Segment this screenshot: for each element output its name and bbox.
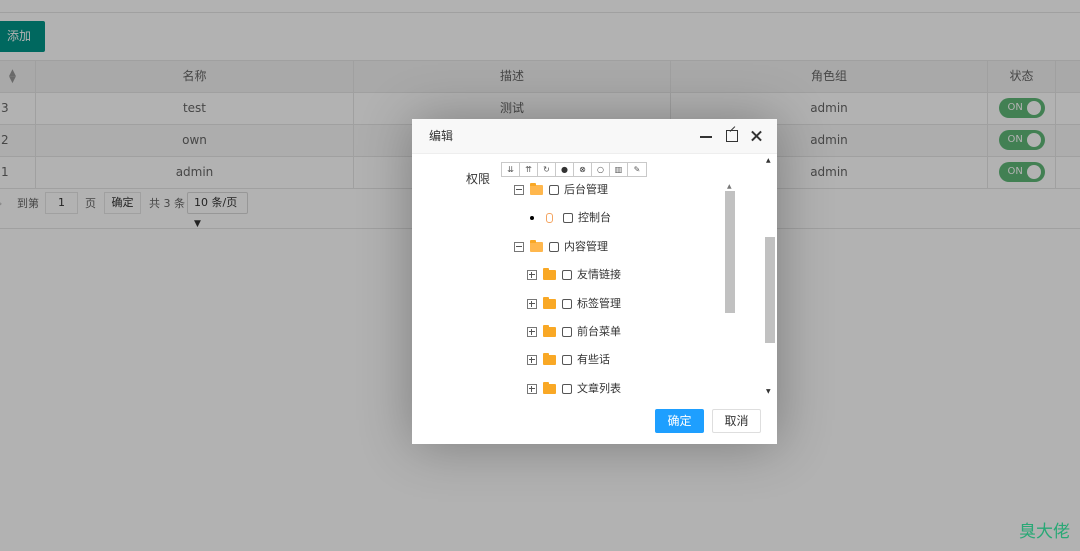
minimize-icon[interactable] bbox=[699, 128, 715, 144]
dialog-header: 编辑 bbox=[412, 119, 777, 154]
tree-toolbar: ⇊ ⇈ ↻ ● ⊗ ○ ▥ ✎ bbox=[501, 162, 647, 177]
tree-node[interactable]: 控制台 bbox=[527, 211, 611, 225]
folder-icon bbox=[543, 382, 556, 394]
collapse-icon[interactable] bbox=[514, 185, 524, 195]
trash-icon[interactable]: ▥ bbox=[610, 163, 628, 176]
expand-icon[interactable] bbox=[527, 355, 537, 365]
confirm-button[interactable]: 确定 bbox=[655, 409, 704, 433]
folder-open-icon bbox=[530, 240, 543, 252]
tree-node[interactable]: 前台菜单 bbox=[527, 325, 621, 339]
node-checkbox[interactable] bbox=[549, 242, 559, 252]
edit-icon[interactable]: ✎ bbox=[628, 163, 646, 176]
expand-icon[interactable] bbox=[527, 327, 537, 337]
refresh-icon[interactable]: ↻ bbox=[538, 163, 556, 176]
folder-icon bbox=[543, 325, 556, 337]
collapse-all-icon[interactable]: ⇈ bbox=[520, 163, 538, 176]
scroll-up-icon[interactable]: ▲ bbox=[766, 157, 771, 164]
expand-icon[interactable] bbox=[527, 299, 537, 309]
cancel-button[interactable]: 取消 bbox=[712, 409, 761, 433]
node-checkbox[interactable] bbox=[562, 355, 572, 365]
tree-node[interactable]: 文章列表 bbox=[527, 382, 621, 396]
expand-icon[interactable] bbox=[527, 384, 537, 394]
dialog-controls bbox=[694, 128, 765, 144]
check-all-icon[interactable]: ● bbox=[556, 163, 574, 176]
leaf-icon bbox=[546, 213, 553, 223]
scroll-up-icon[interactable]: ▲ bbox=[727, 183, 732, 190]
tree-node[interactable]: 标签管理 bbox=[527, 297, 621, 311]
tree-node[interactable]: 后台管理 bbox=[514, 183, 608, 197]
folder-icon bbox=[543, 268, 556, 280]
scrollbar-thumb[interactable] bbox=[765, 237, 775, 343]
folder-open-icon bbox=[530, 183, 543, 195]
folder-icon bbox=[543, 297, 556, 309]
tree-node[interactable]: 有些话 bbox=[527, 353, 610, 367]
tree-node[interactable]: 友情链接 bbox=[527, 268, 621, 282]
permission-label: 权限 bbox=[466, 172, 491, 186]
node-checkbox[interactable] bbox=[563, 213, 573, 223]
scrollbar-thumb[interactable] bbox=[725, 191, 735, 313]
tree-node[interactable]: 内容管理 bbox=[514, 240, 608, 254]
uncheck-all-icon[interactable]: ⊗ bbox=[574, 163, 592, 176]
scroll-down-icon[interactable]: ▼ bbox=[766, 388, 771, 395]
expand-all-icon[interactable]: ⇊ bbox=[502, 163, 520, 176]
node-checkbox[interactable] bbox=[562, 270, 572, 280]
dialog-body: 权限 ⇊ ⇈ ↻ ● ⊗ ○ ▥ ✎ 后台管理 控制台 内容管理 友情链接 标签… bbox=[412, 155, 777, 398]
dialog-title: 编辑 bbox=[429, 129, 454, 143]
dialog-footer: 确定 取消 bbox=[412, 398, 777, 444]
node-checkbox[interactable] bbox=[562, 327, 572, 337]
node-checkbox[interactable] bbox=[562, 384, 572, 394]
maximize-icon[interactable] bbox=[724, 128, 740, 144]
tree-scrollbar[interactable]: ▲ bbox=[725, 183, 735, 317]
folder-icon bbox=[543, 353, 556, 365]
collapse-icon[interactable] bbox=[514, 242, 524, 252]
node-checkbox[interactable] bbox=[562, 299, 572, 309]
close-icon[interactable] bbox=[749, 128, 765, 144]
check-circle-icon[interactable]: ○ bbox=[592, 163, 610, 176]
expand-icon[interactable] bbox=[527, 270, 537, 280]
bullet-icon bbox=[530, 216, 534, 220]
edit-dialog: 编辑 权限 ⇊ ⇈ ↻ ● ⊗ ○ ▥ ✎ 后台管理 控制台 内容管理 友情链接… bbox=[412, 119, 777, 444]
node-checkbox[interactable] bbox=[549, 185, 559, 195]
dialog-scrollbar[interactable]: ▲ ▼ bbox=[764, 155, 776, 398]
watermark: 臭大佬 bbox=[1019, 522, 1070, 542]
